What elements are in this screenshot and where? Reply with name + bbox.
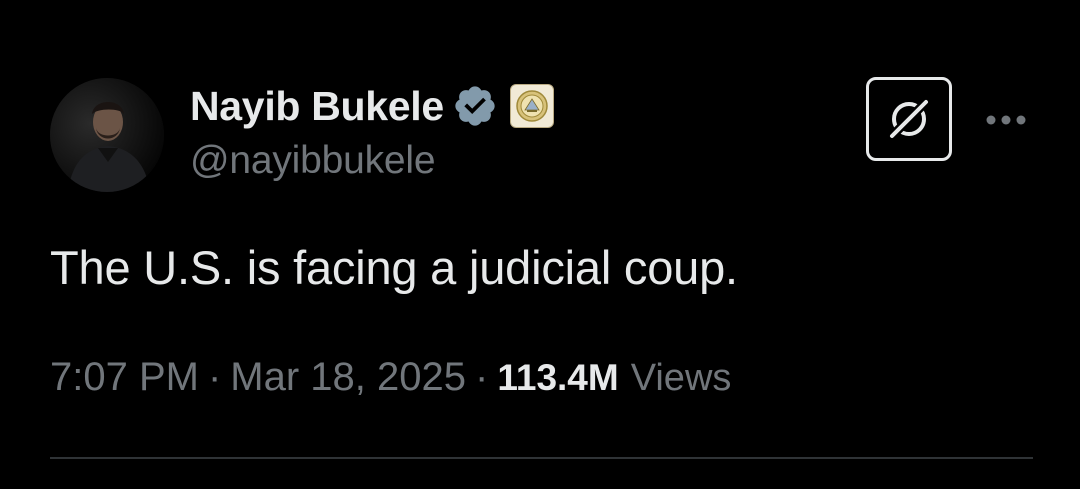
verified-check-icon[interactable] [452, 83, 498, 129]
avatar[interactable] [50, 78, 164, 192]
author-name-row: Nayib Bukele [190, 78, 554, 134]
tweet-date[interactable]: Mar 18, 2025 [230, 355, 466, 400]
author-display-name[interactable]: Nayib Bukele [190, 83, 444, 130]
views-count[interactable]: 113.4M [497, 357, 618, 399]
meta-separator: · [475, 355, 489, 399]
avatar-image [50, 78, 164, 192]
grok-icon [887, 97, 931, 141]
more-options-button[interactable] [978, 100, 1034, 140]
tweet-text: The U.S. is facing a judicial coup. [50, 241, 738, 294]
tweet-meta: 7:07 PM · Mar 18, 2025 · 113.4M Views [50, 355, 731, 400]
author-handle[interactable]: @nayibbukele [190, 139, 436, 183]
el-salvador-seal-icon[interactable] [509, 84, 554, 128]
tweet-time[interactable]: 7:07 PM [50, 355, 199, 400]
views-label[interactable]: Views [631, 357, 732, 400]
more-dots-icon [986, 115, 1026, 125]
grok-button[interactable] [866, 77, 952, 161]
meta-separator: · [207, 355, 222, 399]
divider [50, 457, 1033, 459]
